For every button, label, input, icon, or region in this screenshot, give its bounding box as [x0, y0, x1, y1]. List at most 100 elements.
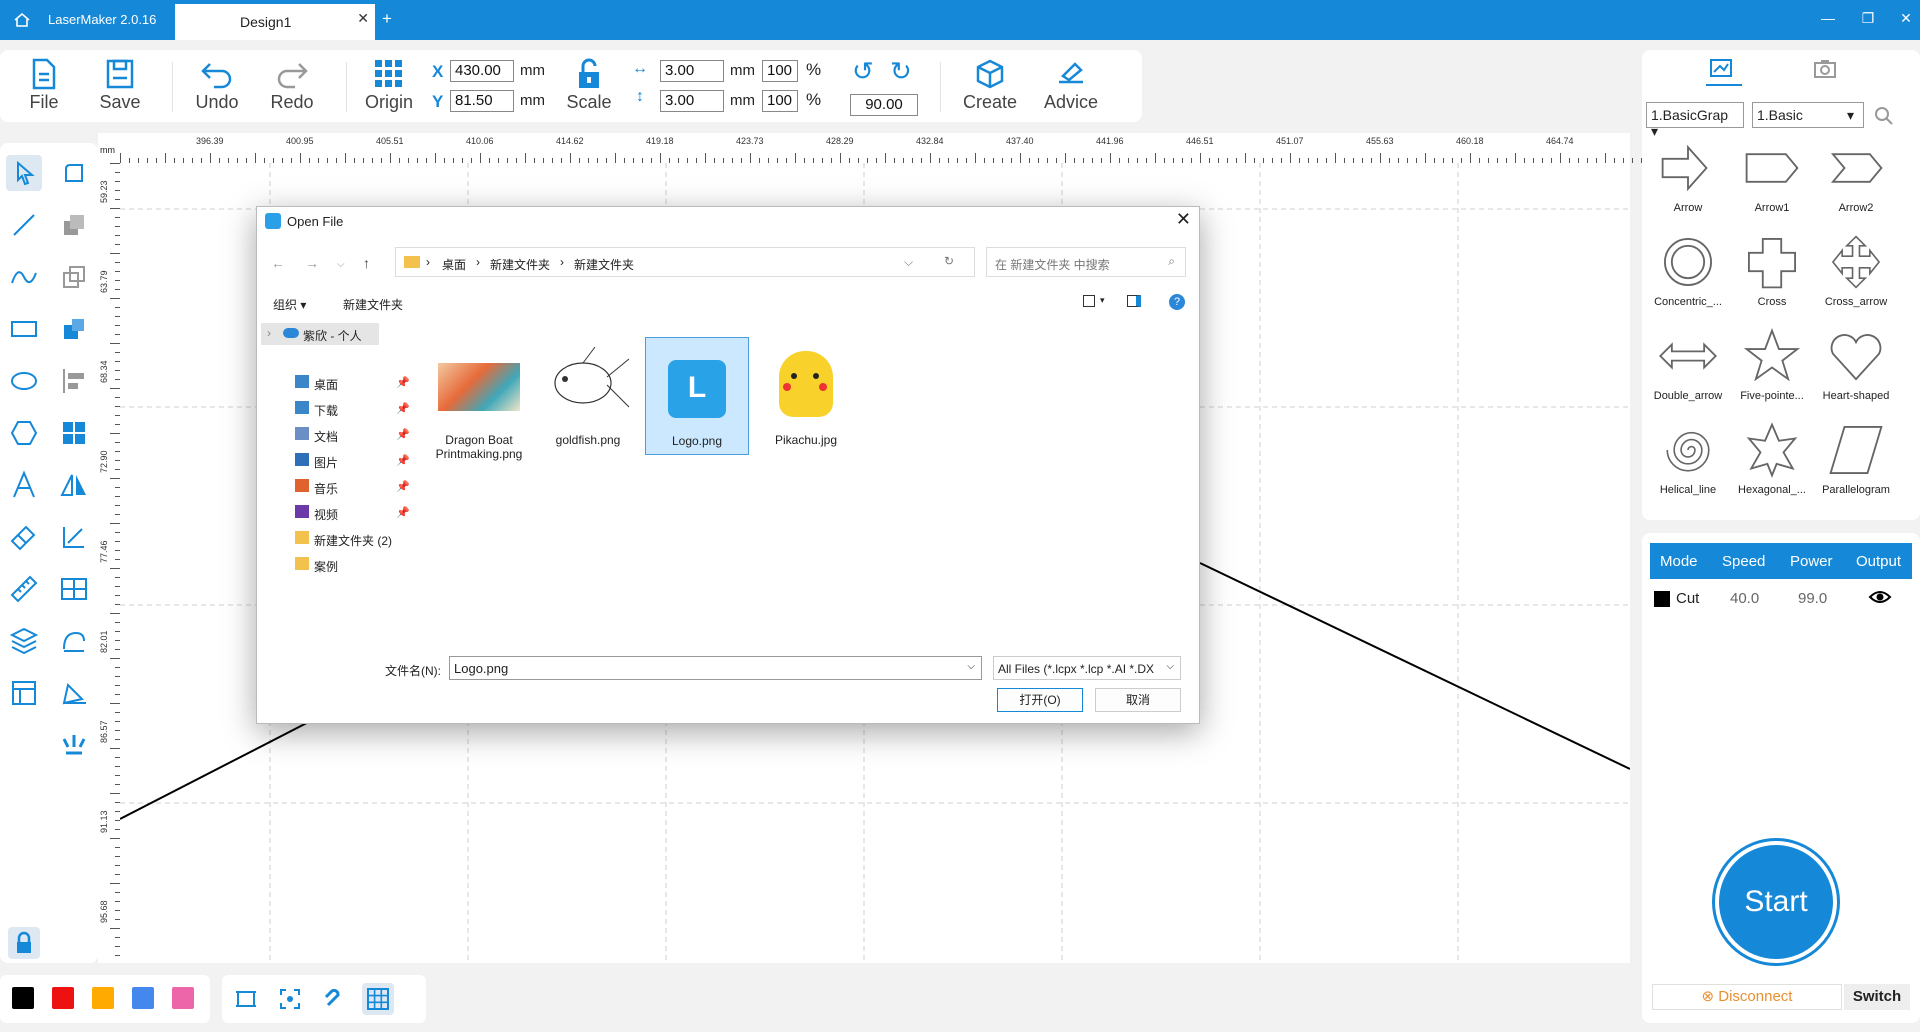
shape-item[interactable]: Cross_arrow — [1814, 232, 1898, 308]
shapes-tab-icon[interactable] — [1706, 56, 1742, 86]
path-segment[interactable]: 新建文件夹 — [490, 256, 550, 273]
shape-item[interactable]: Parallelogram — [1814, 420, 1898, 496]
home-icon[interactable] — [12, 10, 32, 30]
pin-icon[interactable]: 📌 — [396, 454, 410, 467]
file-item[interactable]: Pikachu.jpg — [754, 337, 858, 447]
redo-button[interactable]: Redo — [268, 58, 316, 113]
cancel-button[interactable]: 取消 — [1095, 688, 1181, 712]
organize-menu[interactable]: 组织 ▾ — [273, 296, 306, 313]
dialog-close-icon[interactable]: ✕ — [1176, 209, 1191, 230]
refresh-icon[interactable]: ↻ — [944, 254, 954, 268]
mirror-icon[interactable] — [56, 467, 92, 503]
new-folder-button[interactable]: 新建文件夹 — [343, 296, 403, 313]
shape-item[interactable]: Cross — [1730, 232, 1814, 308]
view-icon[interactable] — [1083, 295, 1095, 307]
pen-nib-icon[interactable] — [56, 675, 92, 711]
template-icon[interactable] — [6, 675, 42, 711]
nav-item[interactable]: 新建文件夹 (2) — [281, 529, 401, 549]
shape-item[interactable]: Arrow1 — [1730, 138, 1814, 214]
nav-item[interactable]: 下载 📌 — [281, 399, 410, 419]
path-dropdown-icon[interactable]: ⌵ — [904, 255, 913, 270]
color-swatch[interactable] — [12, 987, 34, 1009]
shape-item[interactable]: Arrow2 — [1814, 138, 1898, 214]
layer-power[interactable]: 99.0 — [1798, 590, 1827, 607]
layer-color-swatch[interactable] — [1654, 591, 1670, 607]
file-item[interactable]: L Logo.png — [645, 337, 749, 455]
search-input[interactable]: 在 新建文件夹 中搜索 ⌕ — [986, 247, 1186, 277]
tab-design1[interactable]: Design1 ✕ — [175, 4, 375, 40]
align-icon[interactable] — [56, 363, 92, 399]
group-icon[interactable] — [56, 311, 92, 347]
measure-icon[interactable] — [6, 571, 42, 607]
file-item[interactable]: goldfish.png — [536, 337, 640, 447]
magnet-icon[interactable] — [322, 987, 346, 1011]
line-tool-icon[interactable] — [6, 207, 42, 243]
array-icon[interactable] — [56, 415, 92, 451]
maximize-icon[interactable]: ❐ — [1858, 10, 1878, 30]
layers-icon[interactable] — [6, 623, 42, 659]
disconnect-button[interactable]: ⊗ Disconnect — [1652, 984, 1842, 1010]
nav-item[interactable]: 案例 — [281, 555, 401, 575]
eraser-icon[interactable] — [6, 519, 42, 555]
forward-icon[interactable]: → — [305, 255, 319, 271]
path-segment[interactable]: 新建文件夹 — [574, 256, 634, 273]
nav-item[interactable]: 视频 📌 — [281, 503, 410, 523]
address-bar[interactable]: › 桌面 › 新建文件夹 › 新建文件夹 ⌵ ↻ — [395, 247, 975, 277]
nav-item[interactable]: 图片 📌 — [281, 451, 410, 471]
nav-item[interactable]: 文档 📌 — [281, 425, 410, 445]
layer-speed[interactable]: 40.0 — [1730, 590, 1759, 607]
focus-icon[interactable] — [278, 987, 302, 1011]
shape-item[interactable]: Hexagonal_... — [1730, 420, 1814, 496]
shape-item[interactable]: Double_arrow — [1646, 326, 1730, 402]
undo-button[interactable]: Undo — [192, 58, 242, 113]
pin-icon[interactable]: 📌 — [396, 506, 410, 519]
lock-icon[interactable] — [8, 927, 40, 959]
trace-icon[interactable] — [56, 623, 92, 659]
origin-button[interactable]: Origin — [360, 58, 418, 113]
height-percent-input[interactable]: 100 — [762, 90, 798, 112]
shape-item[interactable]: Heart-shaped — [1814, 326, 1898, 402]
minimize-icon[interactable]: — — [1818, 10, 1838, 30]
color-swatch[interactable] — [132, 987, 154, 1009]
switch-button[interactable]: Switch — [1844, 984, 1910, 1010]
onedrive-item[interactable]: › 紫欣 - 个人 — [261, 323, 379, 345]
combine-icon[interactable] — [56, 207, 92, 243]
preview-pane-icon[interactable] — [1127, 295, 1141, 307]
eye-icon[interactable] — [1868, 587, 1892, 607]
pin-icon[interactable]: 📌 — [396, 480, 410, 493]
tab-close-icon[interactable]: ✕ — [357, 10, 369, 27]
copy-icon[interactable] — [56, 259, 92, 295]
category-select[interactable]: 1.BasicGraphics ▾ — [1646, 102, 1744, 139]
x-input[interactable]: 430.00 — [450, 60, 514, 82]
nav-item[interactable]: 音乐 📌 — [281, 477, 410, 497]
layer-row[interactable]: Cut 40.0 99.0 — [1650, 583, 1912, 613]
pin-icon[interactable]: 📌 — [396, 428, 410, 441]
height-input[interactable]: 3.00 — [660, 90, 724, 112]
curve-tool-icon[interactable] — [6, 259, 42, 295]
add-tab-button[interactable]: + — [382, 9, 392, 29]
rotation-input[interactable]: 90.00 — [850, 94, 918, 116]
grid-toggle-icon[interactable] — [362, 983, 394, 1015]
rectangle-tool-icon[interactable] — [6, 311, 42, 347]
save-button[interactable]: Save — [98, 58, 142, 113]
color-swatch[interactable] — [52, 987, 74, 1009]
nav-item[interactable]: 桌面 📌 — [281, 373, 410, 393]
polygon-tool-icon[interactable] — [6, 415, 42, 451]
file-button[interactable]: File — [24, 58, 64, 113]
select-tool-icon[interactable] — [6, 155, 42, 191]
rotate-cw-icon[interactable]: ↻ — [890, 56, 912, 87]
filetype-select[interactable]: All Files (*.lcpx *.lcp *.AI *.DX ⌵ — [993, 656, 1181, 680]
shape-item[interactable]: Five-pointe... — [1730, 326, 1814, 402]
view-dropdown-icon[interactable]: ▾ — [1100, 295, 1105, 306]
back-icon[interactable]: ← — [271, 255, 285, 271]
rotate-ccw-icon[interactable]: ↺ — [852, 56, 874, 87]
file-item[interactable]: Dragon Boat Printmaking.png — [427, 337, 531, 461]
color-swatch[interactable] — [172, 987, 194, 1009]
filename-input[interactable]: Logo.png ⌵ — [449, 656, 982, 680]
shape-item[interactable]: Helical_line — [1646, 420, 1730, 496]
distribute-icon[interactable] — [56, 571, 92, 607]
path-segment[interactable]: 桌面 — [442, 256, 466, 273]
shape-item[interactable]: Arrow — [1646, 138, 1730, 214]
up-icon[interactable]: ↑ — [363, 255, 370, 271]
create-button[interactable]: Create — [960, 58, 1020, 113]
